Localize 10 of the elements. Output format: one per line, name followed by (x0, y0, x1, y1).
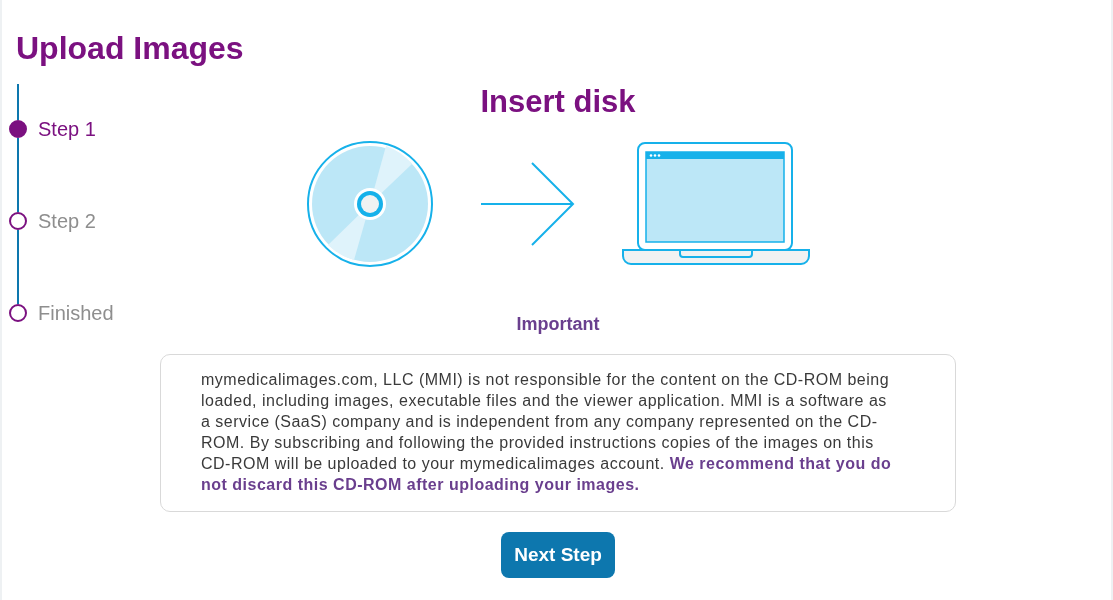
notice-heading: Important (516, 313, 600, 335)
next-step-button[interactable]: Next Step (501, 532, 615, 578)
panel-heading: Insert disk (480, 84, 636, 120)
page-title: Upload Images (16, 29, 244, 68)
notice-text: mymedicalimages.com, LLC (MMI) is not responsible for the content on the CD-ROM being loaded, including images, executable files and the viewer application. MMI is a software as a service (SaaS) company and is independent from any company represented on the CD-ROM. By subscribing and following the provided instructions copies of the images on this CD-ROM will be uploaded to your mymedicalimages account. We recommend that you do not discard this CD-ROM after uploading your images. (160, 354, 956, 512)
step-label: Finished (38, 301, 114, 325)
step-label: Step 2 (38, 209, 96, 233)
disc-icon (306, 140, 434, 268)
laptop-icon (622, 142, 810, 266)
step-label: Step 1 (38, 117, 96, 141)
